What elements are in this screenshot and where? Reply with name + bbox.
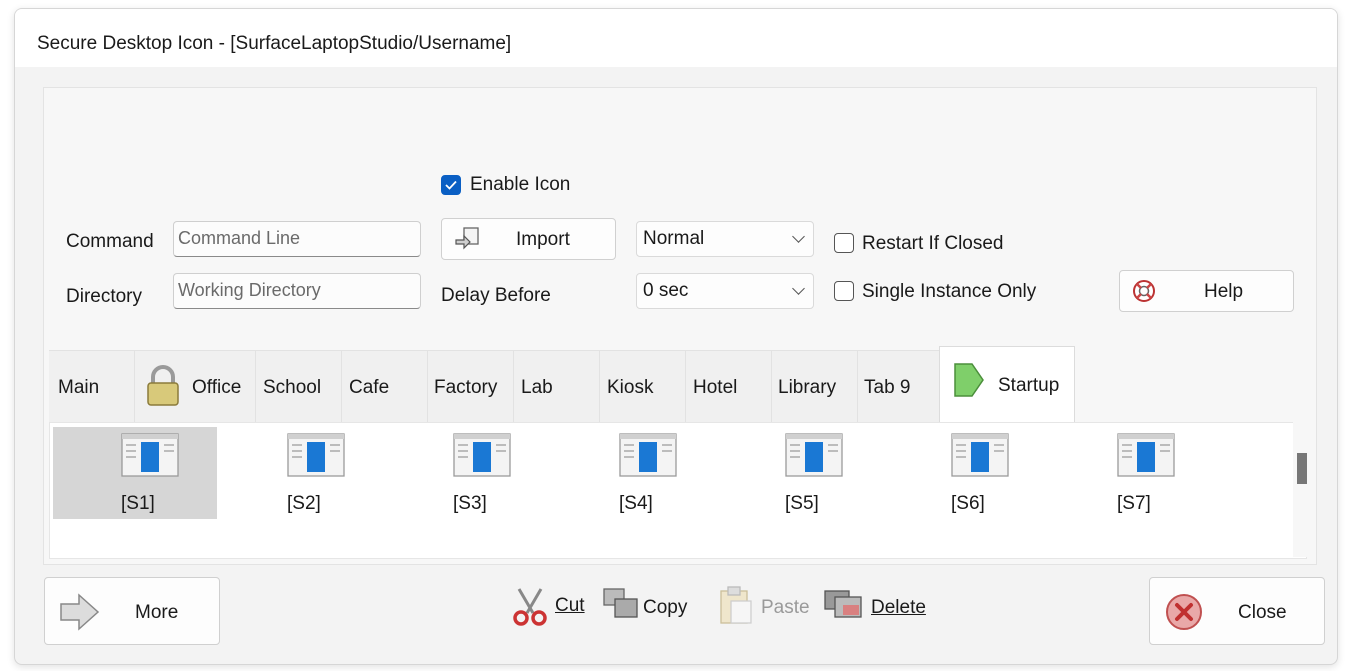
window-title: Secure Desktop Icon - [SurfaceLaptopStud… <box>37 33 512 54</box>
more-label: More <box>135 602 179 623</box>
icon-list: [S1] [S2] [S3] [S4] [S5] [S6] [S7] <box>49 422 1307 559</box>
window-icon <box>785 433 843 482</box>
import-button[interactable]: Import <box>441 218 616 260</box>
tab-factory[interactable]: Factory <box>428 350 514 422</box>
list-item-label: [S3] <box>453 493 487 514</box>
list-item-label: [S6] <box>951 493 985 514</box>
delay-select[interactable]: 0 sec <box>636 273 814 309</box>
tab-main[interactable]: Main <box>49 350 135 422</box>
cut-button[interactable]: Cut <box>511 583 597 631</box>
list-item-label: [S5] <box>785 493 819 514</box>
paste-label: Paste <box>761 597 810 618</box>
tab-label: Startup <box>998 375 1060 396</box>
scissors-icon <box>513 588 547 626</box>
window-icon <box>619 433 677 482</box>
cut-label: Cut <box>555 595 585 616</box>
tab-label: Cafe <box>349 377 390 398</box>
single-instance-checkbox[interactable] <box>834 281 854 301</box>
tab-strip: Main Office School Cafe Factory Lab Kios… <box>49 346 1307 422</box>
tab-library[interactable]: Library <box>772 350 858 422</box>
chevron-down-icon <box>792 230 805 243</box>
close-icon <box>1166 594 1202 630</box>
edit-toolbar: Cut Copy Paste Delete <box>511 583 931 631</box>
delete-icon <box>824 590 862 618</box>
list-item-label: [S2] <box>287 493 321 514</box>
enable-icon-label: Enable Icon <box>470 174 571 195</box>
list-item[interactable]: [S1] <box>53 427 217 519</box>
copy-icon <box>603 588 638 618</box>
title-bar: Secure Desktop Icon - [SurfaceLaptopStud… <box>15 9 1337 67</box>
tab-office[interactable]: Office <box>135 350 256 422</box>
list-item[interactable]: [S5] <box>717 427 881 519</box>
window-icon <box>951 433 1009 482</box>
lifebuoy-icon <box>1133 280 1155 302</box>
tab-label: Hotel <box>693 377 738 398</box>
delay-before-label: Delay Before <box>441 285 551 306</box>
window-mode-select[interactable]: Normal <box>636 221 814 257</box>
delete-label: Delete <box>871 597 926 618</box>
vertical-scrollbar[interactable] <box>1293 422 1313 557</box>
more-button[interactable]: More <box>44 577 220 645</box>
tab-label: Main <box>58 377 100 398</box>
import-label: Import <box>516 229 570 250</box>
tab-kiosk[interactable]: Kiosk <box>600 350 686 422</box>
window-icon <box>453 433 511 482</box>
tab-label: Library <box>778 377 837 398</box>
copy-label: Copy <box>643 597 688 618</box>
single-instance-label: Single Instance Only <box>862 281 1037 302</box>
enable-icon-checkbox[interactable] <box>441 175 461 195</box>
tab-startup[interactable]: Startup <box>939 346 1075 422</box>
list-item-label: [S1] <box>121 493 155 514</box>
directory-placeholder: Working Directory <box>178 280 321 300</box>
tab-label: School <box>263 377 322 398</box>
command-input[interactable]: Command Line <box>173 221 421 257</box>
padlock-icon <box>147 365 179 406</box>
tab-hotel[interactable]: Hotel <box>686 350 772 422</box>
checkmark-icon <box>445 180 457 190</box>
green-arrow-icon <box>954 363 984 397</box>
tab-label: Kiosk <box>607 377 654 398</box>
directory-input[interactable]: Working Directory <box>173 273 421 309</box>
list-item[interactable]: [S7] <box>1049 427 1213 519</box>
tab-label: Lab <box>521 377 553 398</box>
tab-lab[interactable]: Lab <box>514 350 600 422</box>
delay-value: 0 sec <box>643 280 689 301</box>
command-label: Command <box>66 231 154 252</box>
copy-button[interactable]: Copy <box>601 583 705 631</box>
window-mode-value: Normal <box>643 228 705 249</box>
chevron-down-icon <box>792 282 805 295</box>
help-label: Help <box>1204 281 1244 302</box>
list-item-label: [S4] <box>619 493 653 514</box>
list-item[interactable]: [S6] <box>883 427 1047 519</box>
list-item[interactable]: [S2] <box>219 427 383 519</box>
window-icon <box>121 433 179 482</box>
paste-button[interactable]: Paste <box>717 583 817 631</box>
delete-button[interactable]: Delete <box>823 583 933 631</box>
restart-if-closed-label: Restart If Closed <box>862 233 1004 254</box>
list-item[interactable]: [S3] <box>385 427 549 519</box>
dialog-window: Secure Desktop Icon - [SurfaceLaptopStud… <box>14 8 1338 665</box>
window-icon <box>287 433 345 482</box>
import-icon <box>455 227 479 250</box>
close-button[interactable]: Close <box>1149 577 1325 645</box>
close-label: Close <box>1238 602 1287 623</box>
tab-tab9[interactable]: Tab 9 <box>858 350 944 422</box>
tab-cafe[interactable]: Cafe <box>342 350 428 422</box>
command-placeholder: Command Line <box>178 228 301 248</box>
help-button[interactable]: Help <box>1119 270 1294 312</box>
list-item-label: [S7] <box>1117 493 1151 514</box>
tab-label: Tab 9 <box>864 377 911 398</box>
tab-label: Factory <box>434 377 498 398</box>
tab-label: Office <box>192 377 242 398</box>
right-arrow-icon <box>60 593 100 631</box>
scrollbar-thumb[interactable] <box>1297 453 1307 484</box>
tab-school[interactable]: School <box>256 350 342 422</box>
window-icon <box>1117 433 1175 482</box>
directory-label: Directory <box>66 286 143 307</box>
list-item[interactable]: [S4] <box>551 427 715 519</box>
restart-if-closed-checkbox[interactable] <box>834 233 854 253</box>
clipboard-icon <box>720 586 752 624</box>
